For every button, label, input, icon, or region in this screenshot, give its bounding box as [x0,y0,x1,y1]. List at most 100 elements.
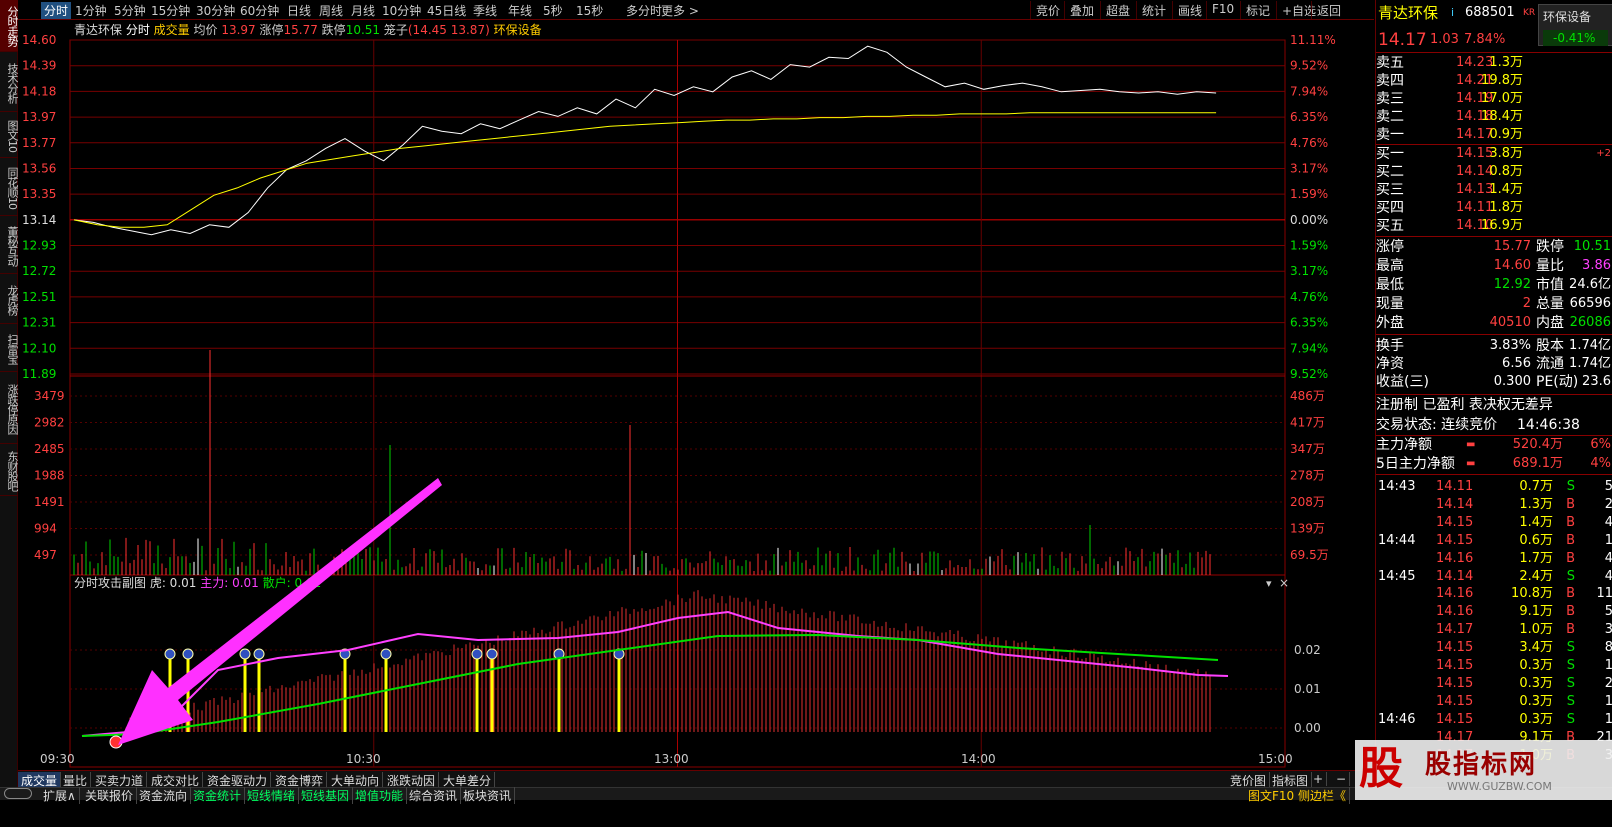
period-8[interactable]: 月线 [351,2,375,19]
quote-value: 0.3万 [1519,693,1553,709]
pct-tick: 3.17% [1290,161,1328,175]
signal-marker [164,648,176,660]
vol-tick-right: 208万 [1290,495,1325,509]
period-12[interactable]: 年线 [508,2,532,19]
period-15[interactable]: 多分时 [626,2,662,19]
quote-value: 1.7万 [1519,550,1553,566]
divider [1376,394,1612,395]
price-tick: 12.31 [22,316,56,330]
pct-tick: 4.76% [1290,136,1328,150]
period-16[interactable]: 更多 > [661,2,699,19]
stat-row: 外盘 40510 内盘 26086 [1376,314,1612,332]
toolbar-3[interactable]: 统计 [1136,1,1171,19]
quote-value: 14.14 [1436,496,1474,512]
quote-value: 1.74亿 [1569,338,1611,353]
left-tab-2[interactable]: 图文10 [0,114,19,158]
quote-value: +2 [1596,148,1611,159]
chart-mode-2[interactable]: + [1310,772,1328,786]
quote-value: 14:45 [1378,568,1416,584]
divider [1376,236,1612,237]
period-7[interactable]: 周线 [319,2,343,19]
annotation-arrow [118,478,442,745]
quote-value: 0.6万 [1519,532,1553,548]
status-item-6[interactable]: 增值功能 [352,787,408,804]
left-tab-1[interactable]: 技术分析 [0,54,19,112]
period-9[interactable]: 10分钟 [382,2,421,19]
pct-tick: 11.11% [1290,33,1336,47]
quote-value: 520.4万 [1512,437,1563,452]
toolbar-0[interactable]: 竞价 [1030,1,1065,19]
left-tab-8[interactable]: 东财股吧 [0,446,19,496]
status-item-1[interactable]: 关联报价 [82,787,138,804]
bid-row: 买三 14.13 1.4万 [1376,181,1612,199]
quote-value: 14.17 [1436,622,1474,638]
period-toolbar: 分时 1分钟 5分钟 15分钟 30分钟 60分钟 日线 周线 月线 10分钟 45日线 季线 年线 5秒… [18,0,1374,20]
status-right[interactable]: 图文F10 侧边栏《 [1245,787,1350,804]
quote-value: 0.300 [1493,374,1531,389]
vol-tick-right: 347万 [1290,442,1325,456]
sub-chart-menu-icon[interactable]: ▾ [1266,577,1272,590]
toolbar-8[interactable]: 返回 [1311,1,1346,19]
watermark-text: 股指标网 [1425,750,1538,780]
price-tick: 12.72 [22,264,56,278]
quote-value: 17.0万 [1481,91,1523,106]
left-tab-6[interactable]: 扫雷宝 [0,326,19,372]
period-14[interactable]: 15秒 [576,2,603,19]
toolbar-4[interactable]: 画线 [1172,1,1207,19]
period-3[interactable]: 15分钟 [151,2,190,19]
status-item-0[interactable]: 扩展∧ [40,787,80,804]
quote-value: 14.17 [1456,127,1494,142]
status-item-8[interactable]: 板块资讯 [460,787,516,804]
sub-bars [129,590,1211,732]
toolbar-2[interactable]: 超盘 [1100,1,1135,19]
period-13[interactable]: 5秒 [543,2,563,19]
toolbar-6[interactable]: 标记 [1240,1,1275,19]
price-tick: 14.18 [22,84,56,98]
sub-tick: 0.00 [1294,721,1321,735]
quote-value: 14.60 [1493,258,1531,273]
period-2[interactable]: 5分钟 [114,2,146,19]
status-item-5[interactable]: 短线基因 [298,787,354,804]
period-0[interactable]: 分时 [41,2,72,19]
status-item-2[interactable]: 资金流向 [136,787,192,804]
stat2-row: 收益(三) 0.300 PE(动) 23.6 [1376,373,1612,391]
bid-row: 买五 14.10 16.9万 [1376,217,1612,235]
quote-value: 14.11 [1436,479,1474,494]
stat-row: 最高 14.60 量比 3.86 [1376,257,1612,275]
bid-row: 买二 14.14 0.8万 [1376,163,1612,181]
quote-value: 1.8万 [1489,200,1523,215]
pct-tick: 7.94% [1290,341,1328,355]
quote-value: B [1566,586,1575,602]
left-tab-4[interactable]: 董秘互动 [0,218,19,274]
toolbar-1[interactable]: 叠加 [1064,1,1099,19]
status-item-7[interactable]: 综合资讯 [406,787,462,804]
period-11[interactable]: 季线 [473,2,497,19]
period-1[interactable]: 1分钟 [75,2,107,19]
period-6[interactable]: 日线 [287,2,311,19]
left-tab-5[interactable]: 龙虎榜 [0,276,19,324]
quote-value: 18.4万 [1481,109,1523,124]
sub-tick: 0.02 [1294,643,1321,657]
quote-value: 14.16 [1436,550,1474,566]
divider [1376,474,1612,475]
toolbar-5[interactable]: F10 [1206,1,1239,19]
period-5[interactable]: 60分钟 [240,2,279,19]
tick-row: 14:43 14.11 0.7万 S 5 [1376,478,1612,496]
stat-row: 最低 12.92 市值 24.6亿 [1376,276,1612,294]
intraday-chart[interactable]: 青达环保 分时 成交量 均价 13.97 涨停15.77 跌停10.51 笼子(… [18,20,1374,770]
status-toggle-icon[interactable] [4,788,32,799]
period-10[interactable]: 45日线 [427,2,466,19]
chart-mode-3[interactable]: − [1333,772,1351,786]
status-item-4[interactable]: 短线情绪 [244,787,300,804]
status-item-3[interactable]: 资金统计 [190,787,246,804]
quote-value: 0.7万 [1519,479,1553,494]
tick-row: 14.15 0.3万 S 2 [1376,675,1612,693]
quote-value: 14.15 [1436,658,1474,673]
left-tab-3[interactable]: 同花顺10 [0,160,19,216]
left-tab-0[interactable]: 分时走势 [0,0,19,52]
left-tab-7[interactable]: 涨跌停原因 [0,374,19,444]
period-4[interactable]: 30分钟 [196,2,235,19]
quote-value: 14.14 [1456,164,1494,179]
sub-chart-close-icon[interactable]: × [1279,576,1289,590]
quote-value: 买三 [1376,182,1404,198]
